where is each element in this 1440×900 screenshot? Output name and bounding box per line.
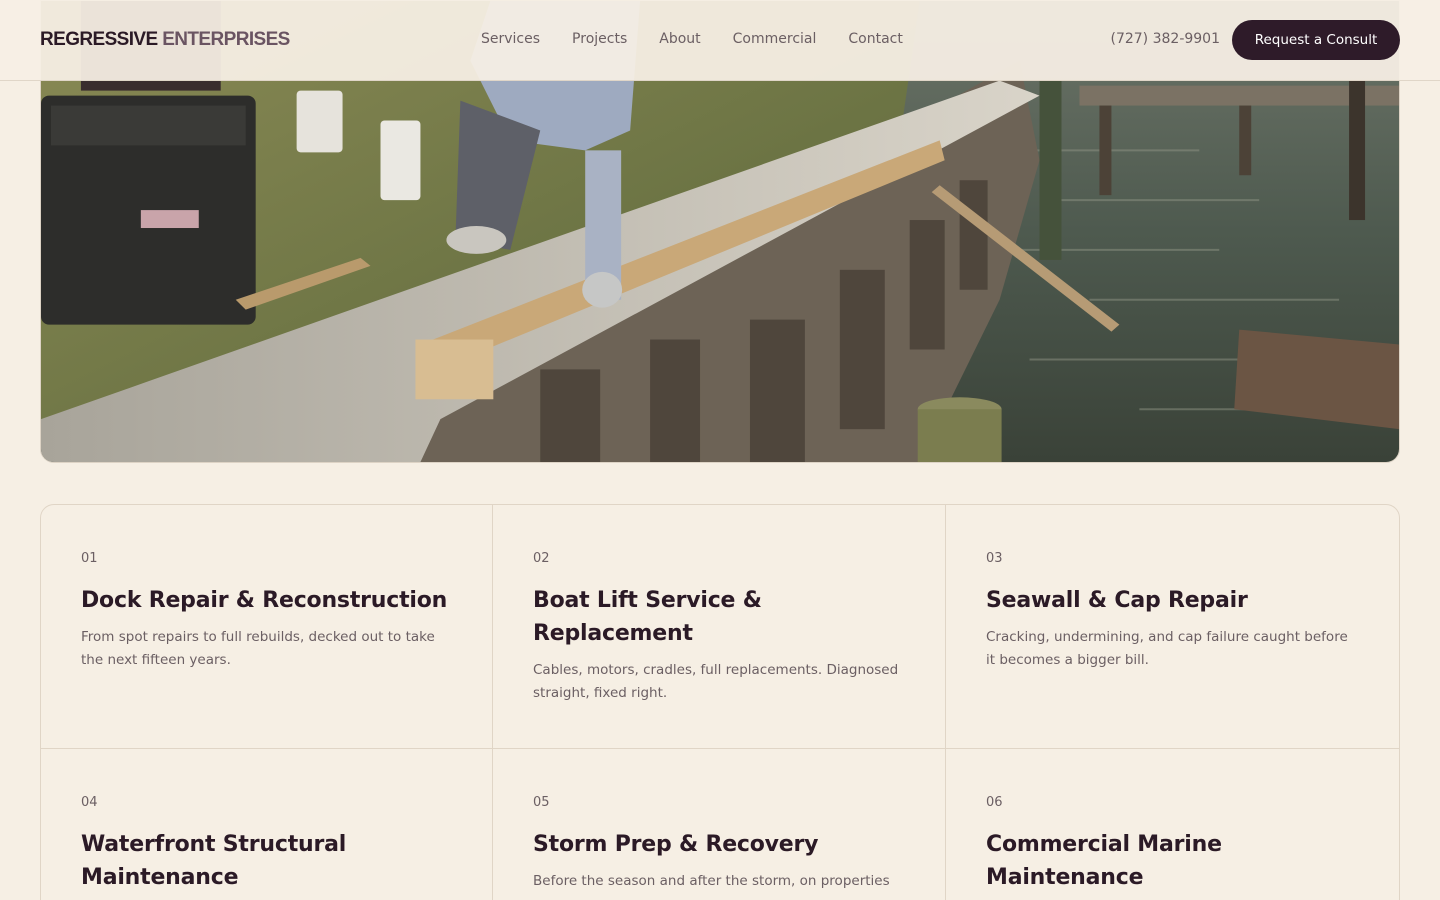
service-card-storm[interactable]: 05 Storm Prep & Recovery Before the seas… (493, 749, 946, 900)
service-title: Dock Repair & Reconstruction (81, 588, 448, 613)
brand-name-primary: REGRESSIVE (40, 29, 158, 50)
service-card-structural[interactable]: 04 Waterfront Structural Maintenance (41, 749, 493, 900)
services-grid: 01 Dock Repair & Reconstruction From spo… (40, 504, 1400, 900)
service-number: 06 (986, 795, 1003, 810)
site-header: REGRESSIVE ENTERPRISES Services Projects… (0, 0, 1440, 81)
service-number: 02 (533, 551, 550, 566)
brand-logo[interactable]: REGRESSIVE ENTERPRISES (40, 29, 290, 51)
service-number: 04 (81, 795, 98, 810)
brand-name-secondary: ENTERPRISES (162, 29, 290, 50)
service-title: Seawall & Cap Repair (986, 588, 1248, 613)
service-number: 03 (986, 551, 1003, 566)
service-description: From spot repairs to full rebuilds, deck… (81, 629, 435, 668)
nav-link-services[interactable]: Services (481, 31, 540, 47)
service-title: Commercial Marine Maintenance (986, 832, 1222, 890)
service-number: 05 (533, 795, 550, 810)
service-card-commercial[interactable]: 06 Commercial Marine Maintenance (946, 749, 1399, 900)
main-nav: Services Projects About Commercial Conta… (481, 31, 903, 47)
nav-link-about[interactable]: About (659, 31, 700, 47)
nav-link-projects[interactable]: Projects (572, 31, 627, 47)
service-description: Before the season and after the storm, o… (533, 873, 890, 889)
service-card-seawall[interactable]: 03 Seawall & Cap Repair Cracking, underm… (946, 505, 1399, 749)
service-card-boat-lift[interactable]: 02 Boat Lift Service & Replacement Cable… (493, 505, 946, 749)
service-description: Cracking, undermining, and cap failure c… (986, 629, 1348, 668)
service-description: Cables, motors, cradles, full replacemen… (533, 662, 899, 701)
request-consult-button[interactable]: Request a Consult (1232, 20, 1400, 60)
service-title: Waterfront Structural Maintenance (81, 832, 347, 890)
service-card-dock-repair[interactable]: 01 Dock Repair & Reconstruction From spo… (41, 505, 493, 749)
service-number: 01 (81, 551, 98, 566)
phone-link[interactable]: (727) 382-9901 (1111, 31, 1221, 47)
nav-link-contact[interactable]: Contact (848, 31, 902, 47)
service-title: Storm Prep & Recovery (533, 832, 819, 857)
service-title: Boat Lift Service & Replacement (533, 588, 762, 646)
nav-link-commercial[interactable]: Commercial (733, 31, 817, 47)
